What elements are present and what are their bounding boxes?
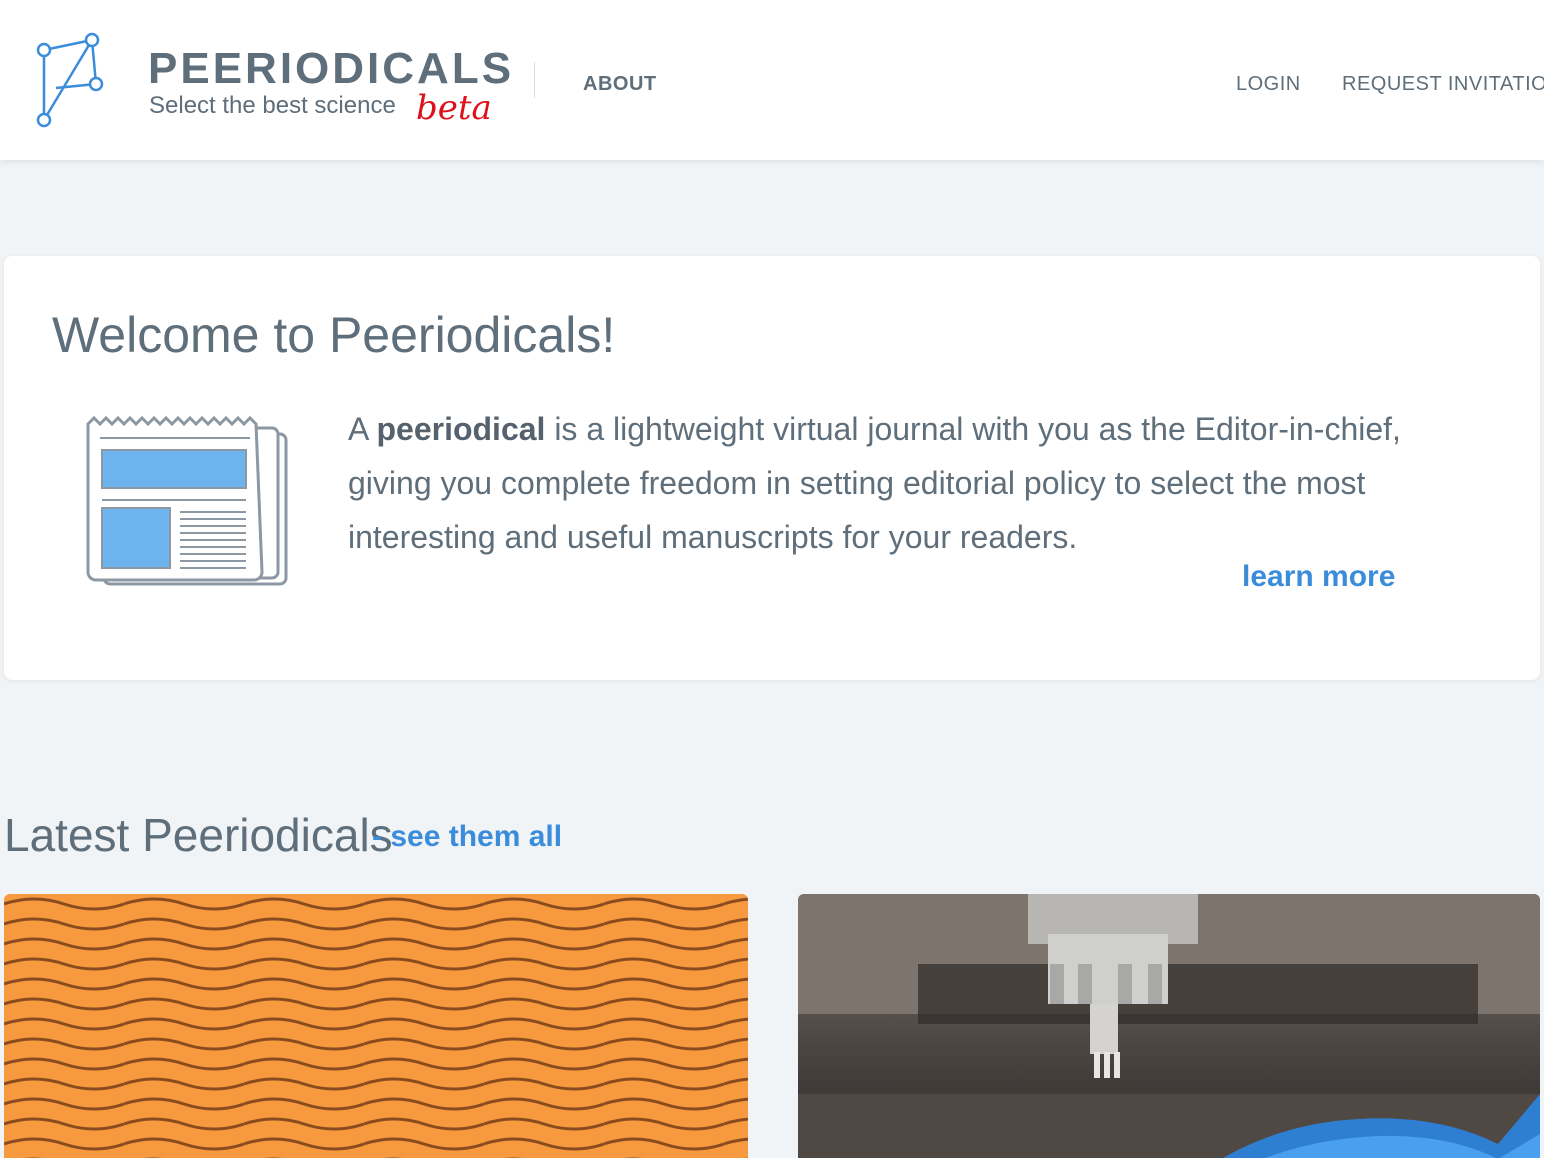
beta-tag: beta	[416, 88, 492, 128]
welcome-card: Welcome to Peeriodicals! A peeriodical i…	[4, 256, 1540, 680]
latest-section-title: Latest Peeriodicals	[4, 809, 393, 861]
brand-title[interactable]: PEERIODICALS	[148, 44, 514, 94]
learn-more-link[interactable]: learn more	[1242, 560, 1395, 594]
welcome-title: Welcome to Peeriodicals!	[52, 307, 616, 363]
peeriodicals-logo-icon[interactable]	[30, 30, 106, 130]
newspaper-icon	[86, 415, 288, 586]
welcome-text-bold: peeriodical	[376, 411, 546, 447]
lab-robot-image	[798, 894, 1540, 1158]
brand-subtitle: Select the best science	[149, 92, 396, 119]
wave-pattern-image	[4, 894, 748, 1158]
peeriodical-card-wave[interactable]	[4, 894, 748, 1158]
welcome-description: A peeriodical is a lightweight virtual j…	[348, 402, 1408, 564]
nav-login-link[interactable]: LOGIN	[1236, 73, 1301, 96]
nav-about-link[interactable]: ABOUT	[583, 73, 657, 96]
welcome-text-prefix: A	[348, 411, 377, 447]
header-divider	[534, 62, 535, 98]
see-all-link[interactable]: - see them all	[372, 820, 562, 854]
peeriodical-card-lab-photo[interactable]	[798, 894, 1540, 1158]
nav-request-invitation-link[interactable]: REQUEST INVITATION	[1342, 73, 1544, 96]
top-header: PEERIODICALS Select the best science bet…	[0, 0, 1544, 160]
